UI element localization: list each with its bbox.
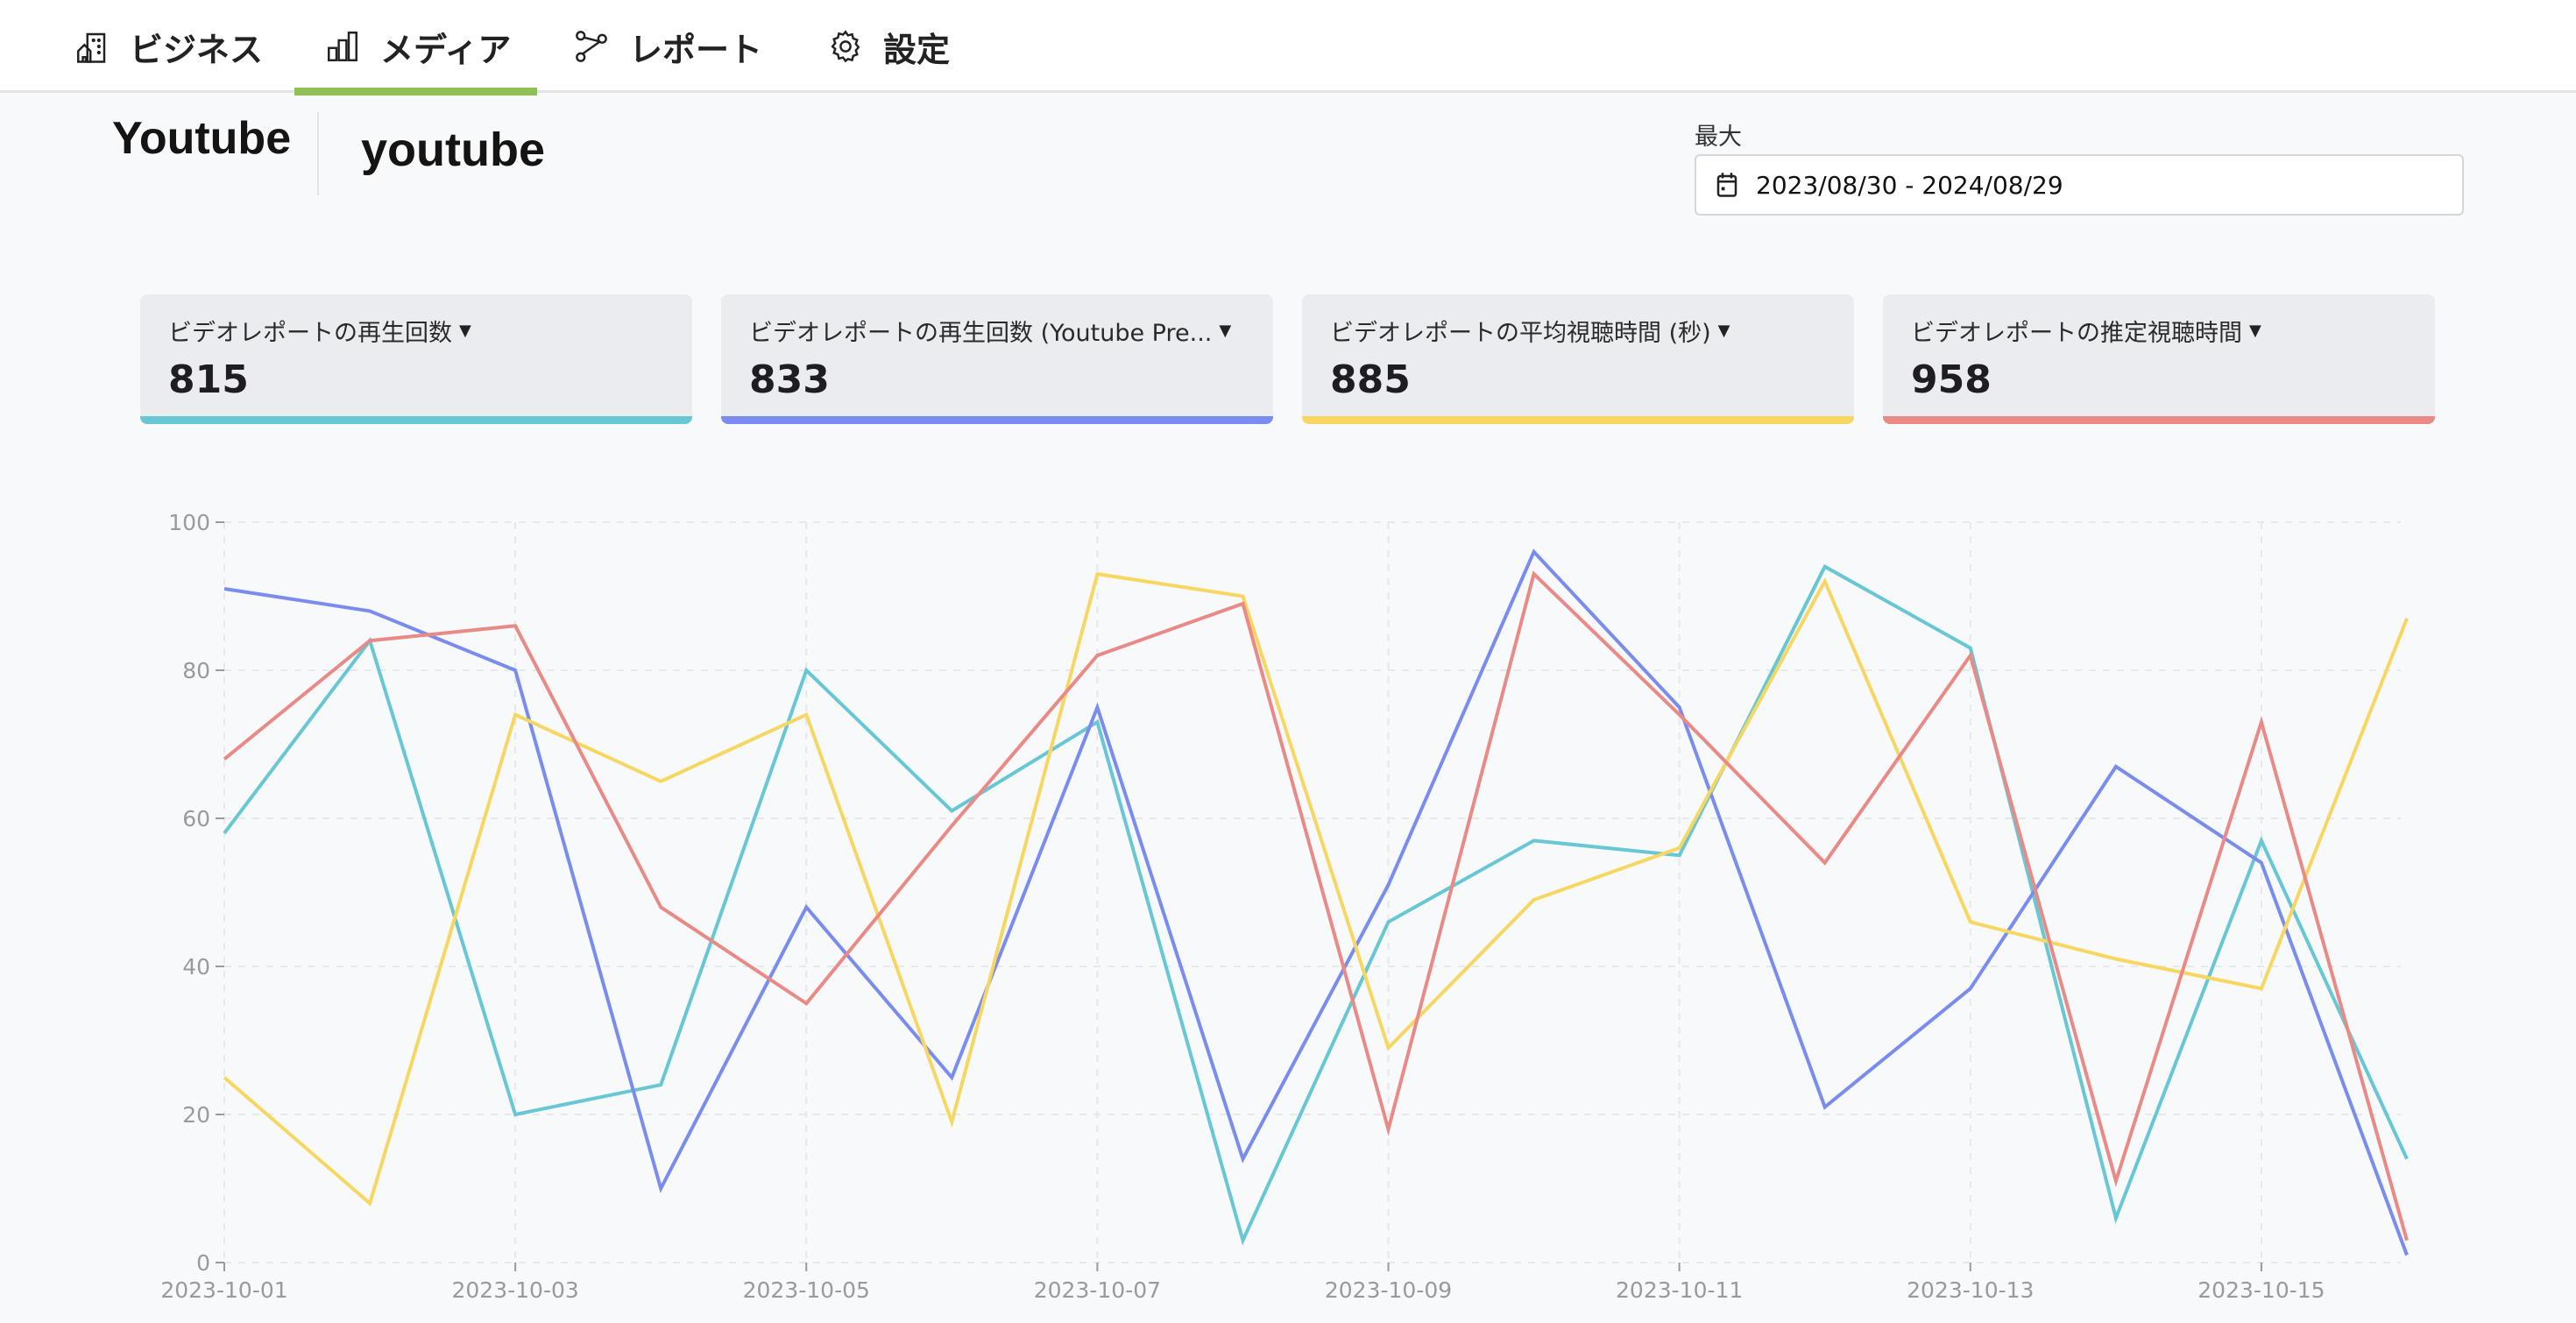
tab-media[interactable]: メディア bbox=[294, 0, 538, 96]
metric-label: ビデオレポートの推定視聴時間 bbox=[1911, 320, 2242, 347]
metric-label: ビデオレポートの再生回数 (Youtube Pre... bbox=[749, 320, 1213, 347]
metric-card-views[interactable]: ビデオレポートの再生回数 ▼ 815 bbox=[140, 294, 692, 424]
metric-value: 833 bbox=[749, 357, 830, 402]
x-tick-label: 2023-10-15 bbox=[2197, 1277, 2325, 1303]
tab-label: レポート bbox=[629, 30, 763, 69]
x-tick-label: 2023-10-03 bbox=[451, 1277, 578, 1303]
metric-card-premium-views[interactable]: ビデオレポートの再生回数 (Youtube Pre... ▼ 833 bbox=[721, 294, 1273, 424]
metric-card-avg-watch-time[interactable]: ビデオレポートの平均視聴時間 (秒) ▼ 885 bbox=[1302, 294, 1854, 424]
tab-label: メディア bbox=[380, 30, 512, 69]
x-tick-label: 2023-10-07 bbox=[1034, 1277, 1161, 1303]
title-divider bbox=[317, 112, 319, 195]
metric-color-bar bbox=[721, 416, 1273, 424]
metric-label: ビデオレポートの平均視聴時間 (秒) bbox=[1330, 320, 1711, 347]
metric-label-wrap: ビデオレポートの推定視聴時間 ▼ bbox=[1911, 314, 2261, 348]
y-tick-label: 20 bbox=[182, 1102, 210, 1128]
metric-color-bar bbox=[1883, 416, 2435, 424]
tab-report[interactable]: レポート bbox=[573, 0, 762, 93]
chart-grid bbox=[223, 521, 2401, 1263]
caret-down-icon[interactable]: ▼ bbox=[2249, 322, 2261, 340]
metric-label: ビデオレポートの再生回数 bbox=[168, 320, 452, 347]
metric-value: 958 bbox=[1911, 357, 1992, 402]
gear-icon bbox=[831, 30, 860, 63]
y-tick-label: 40 bbox=[182, 954, 210, 980]
x-tick-label: 2023-10-05 bbox=[743, 1277, 870, 1303]
series-line-1 bbox=[223, 548, 2409, 1256]
account-name: youtube bbox=[361, 124, 545, 176]
building-icon bbox=[77, 32, 106, 63]
metric-value: 815 bbox=[168, 357, 249, 402]
series-line-3 bbox=[223, 570, 2409, 1242]
x-tick-label: 2023-10-11 bbox=[1616, 1277, 1743, 1303]
y-tick-label: 60 bbox=[182, 806, 210, 831]
metric-label-wrap: ビデオレポートの再生回数 (Youtube Pre... ▼ bbox=[749, 314, 1231, 348]
caret-down-icon[interactable]: ▼ bbox=[1219, 322, 1231, 340]
platform-title: Youtube bbox=[112, 113, 292, 164]
tab-business[interactable]: ビジネス bbox=[74, 0, 263, 93]
tab-label: ビジネス bbox=[130, 30, 264, 69]
series-line-0 bbox=[223, 563, 2409, 1246]
date-range-value: 2023/08/30 - 2024/08/29 bbox=[1756, 170, 2063, 200]
metric-label-wrap: ビデオレポートの平均視聴時間 (秒) ▼ bbox=[1330, 314, 1730, 348]
x-tick-label: 2023-10-09 bbox=[1325, 1277, 1452, 1303]
series-line-2 bbox=[223, 571, 2409, 1206]
y-tick-label: 100 bbox=[168, 510, 210, 535]
calendar-icon bbox=[1716, 173, 1737, 197]
metric-color-bar bbox=[140, 416, 692, 424]
x-tick-label: 2023-10-13 bbox=[1907, 1277, 2034, 1303]
caret-down-icon[interactable]: ▼ bbox=[1718, 322, 1730, 340]
x-tick-label: 2023-10-01 bbox=[160, 1277, 287, 1303]
y-tick-label: 80 bbox=[182, 658, 210, 683]
chart-series bbox=[223, 548, 2409, 1256]
metric-card-est-watch-time[interactable]: ビデオレポートの推定視聴時間 ▼ 958 bbox=[1883, 294, 2435, 424]
date-range-label: 最大 bbox=[1695, 124, 1742, 151]
date-range-picker[interactable]: 2023/08/30 - 2024/08/29 bbox=[1695, 154, 2464, 216]
metric-color-bar bbox=[1302, 416, 1854, 424]
metric-label-wrap: ビデオレポートの再生回数 ▼ bbox=[168, 314, 471, 348]
share-nodes-icon bbox=[576, 31, 607, 62]
line-chart: 0 20 40 60 80 100 2023-10-01 2023-10-03 2023-10-… bbox=[160, 510, 2409, 1303]
tab-settings[interactable]: 設定 bbox=[827, 0, 950, 93]
y-tick-label: 0 bbox=[196, 1250, 210, 1276]
caret-down-icon[interactable]: ▼ bbox=[459, 322, 471, 340]
bar-chart-icon bbox=[328, 32, 357, 61]
metric-value: 885 bbox=[1330, 357, 1411, 402]
top-nav: ビジネス メディア レポート 設定 bbox=[0, 0, 2576, 96]
tab-label: 設定 bbox=[883, 30, 951, 69]
